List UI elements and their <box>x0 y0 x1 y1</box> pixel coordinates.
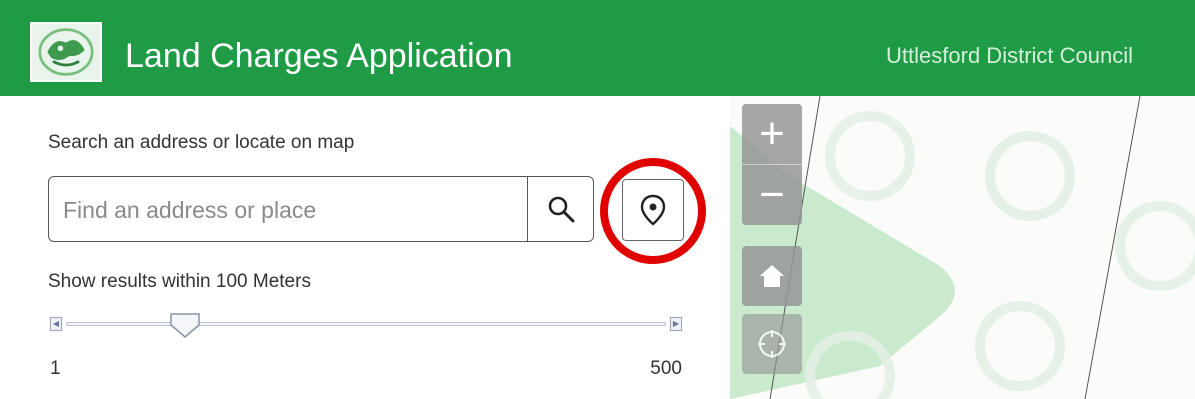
slider-increment-button[interactable]: ▶ <box>670 317 682 331</box>
council-logo <box>30 22 102 82</box>
search-icon <box>548 196 574 223</box>
slider-track[interactable] <box>66 322 666 326</box>
search-button[interactable] <box>527 177 593 241</box>
home-icon <box>760 265 784 287</box>
zoom-out-button[interactable]: − <box>742 165 802 225</box>
distance-slider[interactable]: ◀ ▶ <box>50 313 682 342</box>
council-crest-icon <box>38 28 94 76</box>
range-label: Show results within 100 Meters <box>48 271 311 292</box>
annotation-highlight-circle <box>600 158 706 264</box>
search-box <box>48 176 594 242</box>
search-instructions: Search an address or locate on map <box>48 132 355 153</box>
app-title: Land Charges Application <box>125 37 513 75</box>
council-name[interactable]: Uttlesford District Council <box>886 42 1133 70</box>
search-panel: Search an address or locate on map Show … <box>0 96 730 399</box>
range-min-label: 1 <box>50 358 61 379</box>
zoom-controls: + − <box>742 104 802 225</box>
crosshair-icon <box>758 330 786 358</box>
map-locate-button[interactable] <box>742 314 802 374</box>
slider-thumb[interactable] <box>170 313 200 339</box>
search-input[interactable] <box>61 185 515 235</box>
slider-decrement-button[interactable]: ◀ <box>50 317 62 331</box>
slider-thumb-icon <box>170 313 200 338</box>
app-header: Land Charges Application Uttlesford Dist… <box>0 0 1195 96</box>
zoom-in-button[interactable]: + <box>742 104 802 164</box>
map-view[interactable]: + − <box>730 96 1195 399</box>
home-button[interactable] <box>742 246 802 306</box>
range-max-label: 500 <box>650 358 682 379</box>
